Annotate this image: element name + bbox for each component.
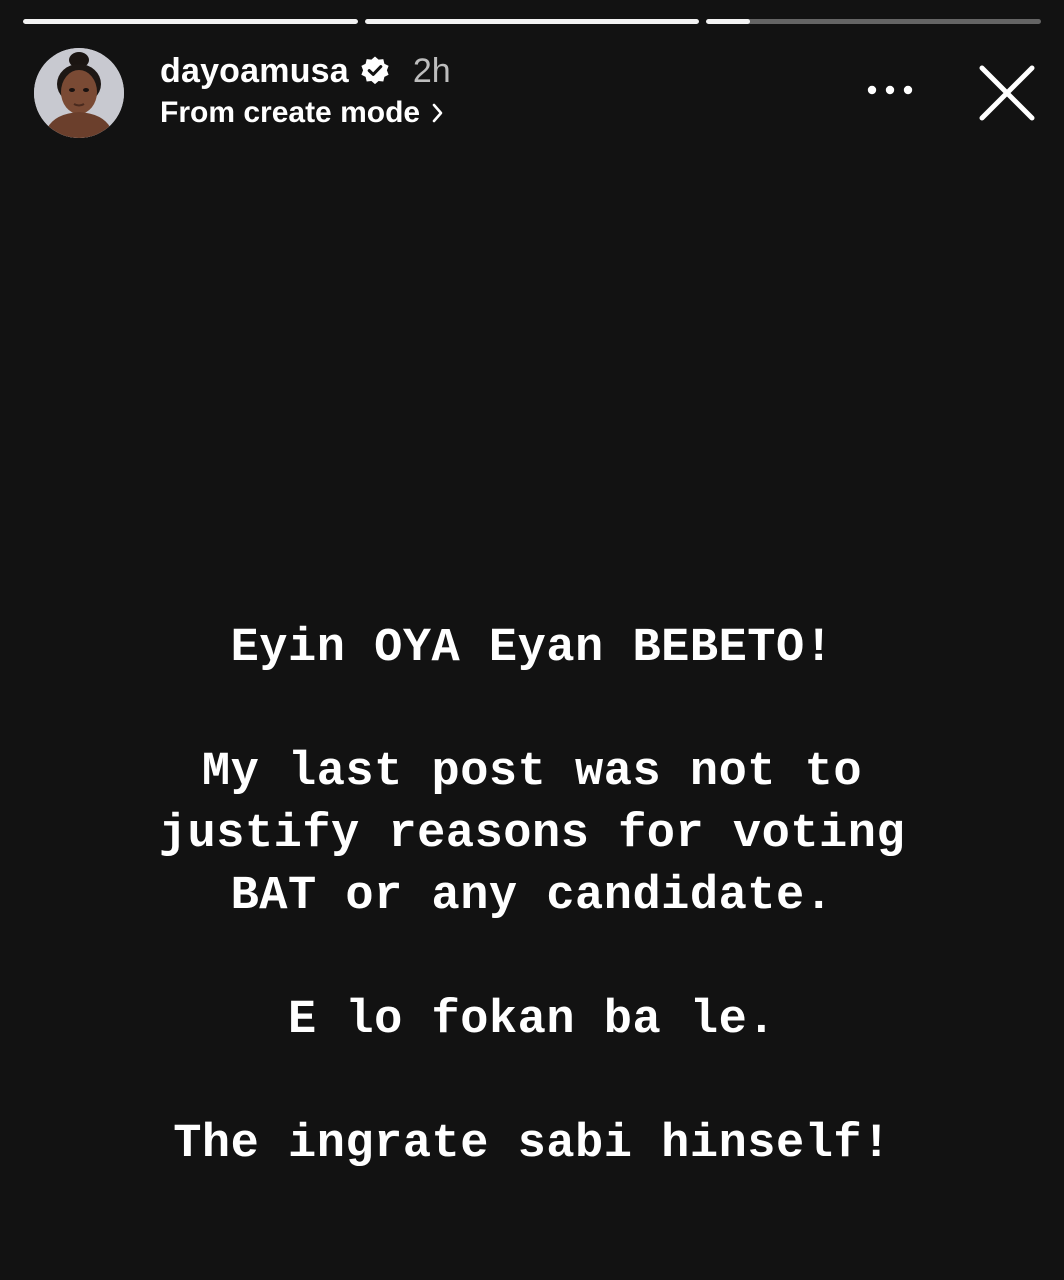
create-mode-label: From create mode: [160, 96, 421, 129]
close-icon: [974, 65, 1040, 130]
user-info: dayoamusa 2h From create mode: [160, 50, 451, 130]
story-text-line-1: Eyin OYA Eyan BEBETO!: [230, 622, 834, 675]
story-text-line-2: My last post was not to justify reasons …: [158, 746, 906, 923]
more-options-button[interactable]: [860, 70, 920, 114]
story-header: dayoamusa 2h From create mode: [34, 46, 1040, 142]
progress-segment-3: [706, 19, 1042, 24]
progress-segment-1: [23, 19, 358, 24]
more-options-icon: [866, 83, 914, 101]
story-text-content: Eyin OYA Eyan BEBETO! My last post was n…: [60, 618, 1004, 1176]
avatar[interactable]: [34, 48, 124, 138]
create-mode-link[interactable]: From create mode: [160, 96, 451, 130]
progress-segment-2: [364, 19, 700, 24]
username-row: dayoamusa 2h: [160, 50, 451, 92]
close-button[interactable]: [974, 60, 1040, 126]
username[interactable]: dayoamusa: [160, 52, 349, 91]
story-timestamp: 2h: [412, 51, 451, 90]
story-progress-bar: [23, 19, 1042, 24]
story-text-line-3: E lo fokan ba le.: [288, 994, 776, 1047]
verified-badge-icon: [359, 55, 391, 87]
story-text-line-4: The ingrate sabi hinself!: [173, 1118, 891, 1171]
chevron-right-icon: [430, 100, 446, 126]
